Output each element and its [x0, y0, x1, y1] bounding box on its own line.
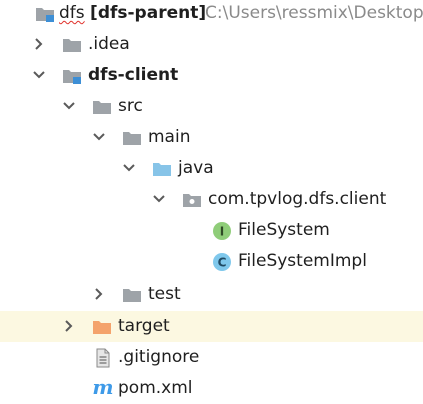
tree-row-test[interactable]: test	[0, 279, 423, 310]
tree-row-main[interactable]: main	[0, 122, 423, 153]
excluded-folder-icon	[92, 317, 112, 337]
tree-item-label: test	[148, 284, 181, 304]
tree-row-src[interactable]: src	[0, 91, 423, 122]
tree-row-package[interactable]: com.tpvlog.dfs.client	[0, 184, 423, 215]
module-folder-icon	[62, 66, 82, 86]
chevron-right-icon[interactable]	[91, 286, 107, 302]
tree-row-project-root[interactable]: dfs [dfs-parent] C:\Users\ressmix\Deskto…	[0, 0, 423, 29]
folder-icon	[92, 97, 112, 117]
interface-icon: I	[212, 221, 232, 241]
tree-item-label: FileSystem	[238, 220, 330, 240]
chevron-down-icon[interactable]	[61, 98, 77, 114]
chevron-down-icon[interactable]	[31, 67, 47, 83]
tree-row-target[interactable]: target	[0, 311, 423, 342]
maven-icon: m	[92, 375, 113, 399]
tree-item-label: java	[178, 158, 214, 178]
text-file-icon	[93, 348, 113, 368]
tree-row-filesystem[interactable]: I FileSystem	[0, 215, 423, 246]
source-folder-icon	[152, 159, 172, 179]
project-tree: dfs [dfs-parent] C:\Users\ressmix\Deskto…	[0, 0, 423, 404]
svg-text:m: m	[92, 376, 113, 398]
project-path: C:\Users\ressmix\Desktop	[205, 3, 423, 23]
folder-icon	[122, 128, 142, 148]
tree-item-label: dfs-client	[88, 65, 179, 85]
folder-icon	[62, 35, 82, 55]
tree-row-dfs-client[interactable]: dfs-client	[0, 60, 423, 91]
chevron-right-icon[interactable]	[31, 36, 47, 52]
svg-text:C: C	[218, 256, 227, 270]
project-name: dfs	[59, 3, 85, 23]
tree-row-idea[interactable]: .idea	[0, 29, 423, 60]
folder-icon	[122, 285, 142, 305]
chevron-down-icon[interactable]	[91, 129, 107, 145]
tree-item-label: src	[118, 96, 143, 116]
chevron-down-icon[interactable]	[151, 191, 167, 207]
package-icon	[182, 190, 202, 210]
tree-item-label: target	[118, 316, 170, 336]
tree-row-java[interactable]: java	[0, 153, 423, 184]
tree-item-label: FileSystemImpl	[238, 251, 367, 271]
tree-row-filesystemimpl[interactable]: C FileSystemImpl	[0, 246, 423, 277]
module-folder-icon	[35, 4, 55, 24]
tree-item-label: main	[148, 127, 191, 147]
tree-row-pom[interactable]: m pom.xml	[0, 373, 423, 404]
chevron-down-icon[interactable]	[121, 160, 137, 176]
chevron-right-icon[interactable]	[61, 318, 77, 334]
tree-row-gitignore[interactable]: .gitignore	[0, 342, 423, 373]
class-icon: C	[212, 252, 232, 272]
tree-item-label: .idea	[88, 34, 130, 54]
tree-item-label: com.tpvlog.dfs.client	[208, 189, 387, 209]
project-module-name: [dfs-parent]	[90, 3, 207, 23]
svg-text:I: I	[220, 225, 224, 239]
tree-item-label: .gitignore	[118, 347, 200, 367]
tree-item-label: pom.xml	[118, 378, 193, 398]
